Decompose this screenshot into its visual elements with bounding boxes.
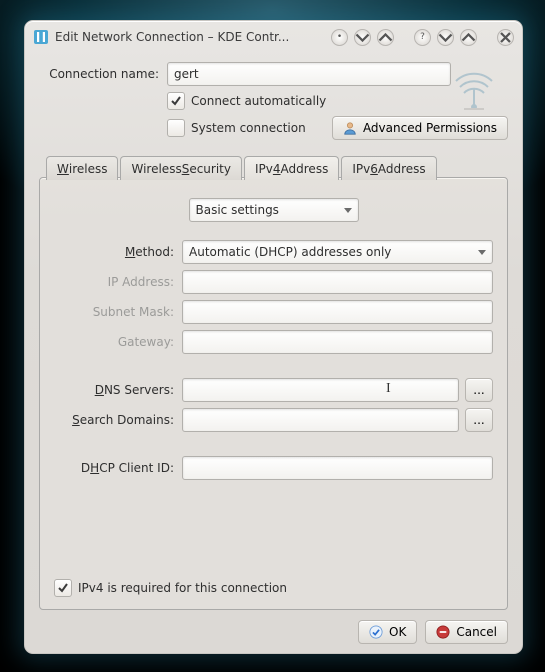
gateway-input (182, 330, 493, 354)
system-connection-checkbox[interactable] (167, 119, 185, 137)
dhcp-client-id-label: DHCP Client ID: (54, 461, 182, 475)
advanced-permissions-label: Advanced Permissions (363, 121, 497, 135)
system-connection-label: System connection (191, 121, 306, 135)
search-domains-input[interactable] (182, 408, 459, 432)
tab-ipv4-address[interactable]: IPv4 Address (244, 156, 339, 180)
user-icon (343, 121, 357, 135)
dns-servers-more-button[interactable]: ... (465, 378, 493, 402)
titlebar: Edit Network Connection – KDE Contr... •… (25, 21, 522, 50)
app-icon (33, 29, 49, 45)
cancel-button[interactable]: Cancel (425, 620, 508, 644)
subnet-mask-label: Subnet Mask: (54, 305, 182, 319)
connect-automatically-checkbox[interactable] (167, 92, 185, 110)
titlebar-shade-down-button[interactable] (354, 29, 371, 46)
ipv4-required-checkbox[interactable] (54, 579, 72, 597)
ok-button[interactable]: OK (358, 620, 417, 644)
dns-servers-input[interactable] (182, 378, 459, 402)
window-title: Edit Network Connection – KDE Contr... (55, 30, 331, 44)
method-value[interactable] (182, 240, 493, 264)
minimize-button[interactable] (437, 29, 454, 46)
tabs-container: Wireless Wireless Security IPv4 Address … (39, 177, 508, 610)
tab-ipv6-address[interactable]: IPv6 Address (341, 156, 436, 180)
titlebar-menu-button[interactable]: • (331, 29, 348, 46)
gateway-label: Gateway: (54, 335, 182, 349)
dialog-window: Edit Network Connection – KDE Contr... •… (24, 20, 523, 654)
help-button[interactable]: ? (414, 29, 431, 46)
close-button[interactable] (497, 29, 514, 46)
advanced-permissions-button[interactable]: Advanced Permissions (332, 116, 508, 140)
ok-label: OK (389, 625, 406, 639)
cancel-icon (436, 625, 450, 639)
settings-scope-value[interactable] (189, 198, 359, 222)
search-domains-more-button[interactable]: ... (465, 408, 493, 432)
dns-servers-label: DNS Servers: (54, 383, 182, 397)
method-label: Method: (54, 245, 182, 259)
tab-wireless[interactable]: Wireless (46, 156, 118, 180)
search-domains-label: Search Domains: (54, 413, 182, 427)
ip-address-label: IP Address: (54, 275, 182, 289)
connection-name-input[interactable] (167, 62, 451, 86)
ip-address-input (182, 270, 493, 294)
tab-wireless-security[interactable]: Wireless Security (120, 156, 242, 180)
titlebar-shade-up-button[interactable] (377, 29, 394, 46)
method-select[interactable] (182, 240, 493, 264)
wifi-decoration-icon (450, 67, 498, 115)
cancel-label: Cancel (456, 625, 497, 639)
maximize-button[interactable] (460, 29, 477, 46)
settings-scope-select[interactable] (189, 198, 359, 222)
ipv4-required-label: IPv4 is required for this connection (78, 581, 287, 595)
connect-automatically-label: Connect automatically (191, 94, 326, 108)
subnet-mask-input (182, 300, 493, 324)
ok-icon (369, 625, 383, 639)
dhcp-client-id-input[interactable] (182, 456, 493, 480)
connection-name-label: Connection name: (39, 67, 167, 81)
